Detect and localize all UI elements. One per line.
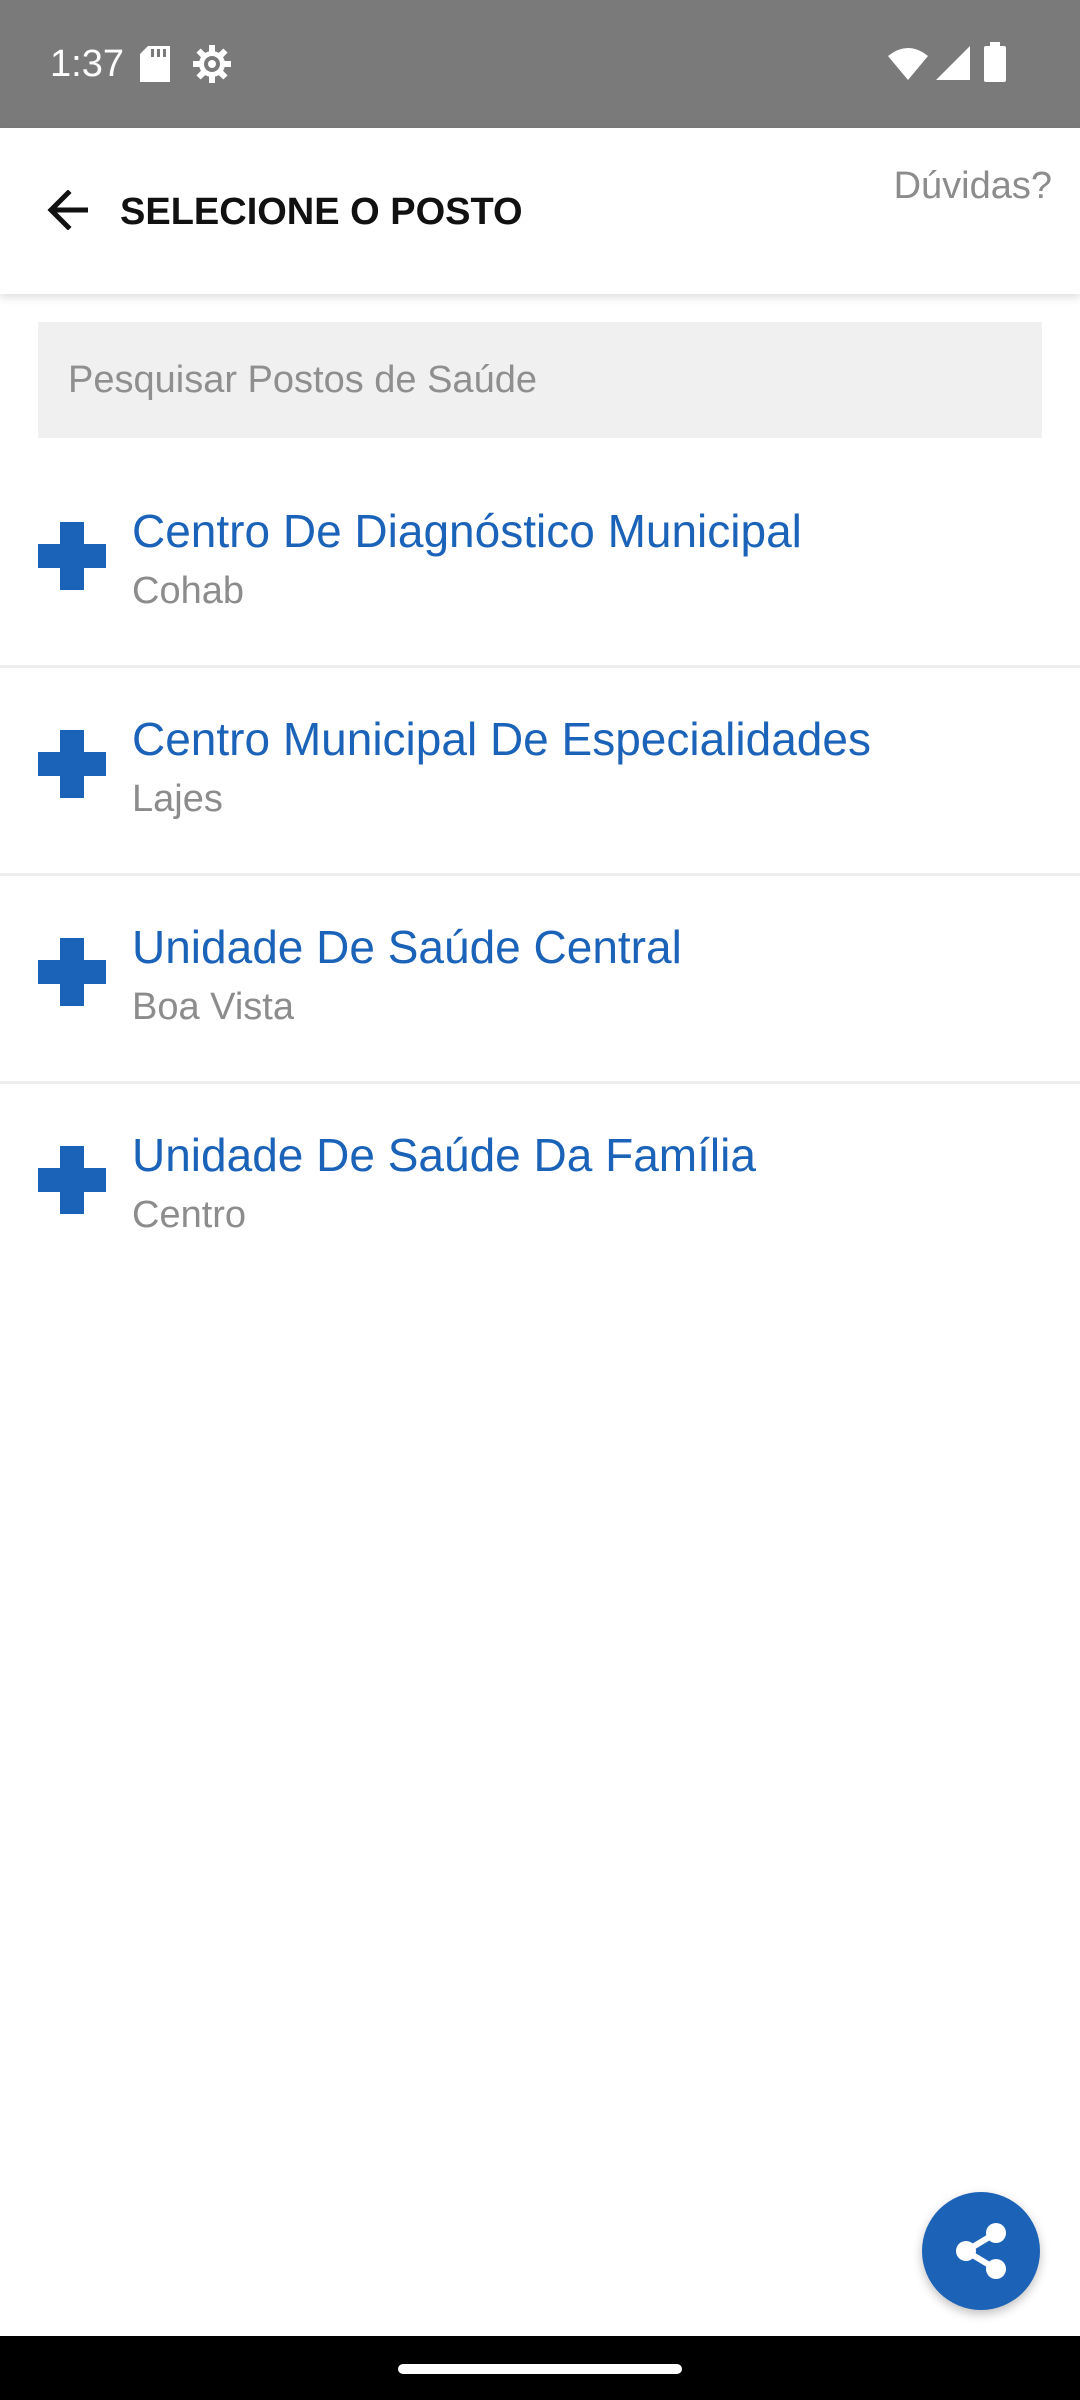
- navigation-bar: [0, 2336, 1080, 2400]
- gear-icon: [192, 44, 232, 89]
- sd-card-icon: [140, 46, 170, 87]
- home-indicator[interactable]: [398, 2364, 682, 2374]
- page-title: SELECIONE O POSTO: [120, 191, 523, 233]
- share-button[interactable]: [922, 2192, 1040, 2310]
- list-item[interactable]: Centro Municipal De Especialidades Lajes: [0, 668, 1080, 876]
- posto-neighborhood: Cohab: [132, 570, 244, 612]
- search-input[interactable]: [66, 357, 1042, 403]
- help-link[interactable]: Dúvidas?: [894, 164, 1052, 208]
- medical-cross-icon: [38, 730, 106, 798]
- posto-name: Unidade De Saúde Central: [132, 921, 682, 973]
- signal-icon: [936, 46, 970, 85]
- medical-cross-icon: [38, 1146, 106, 1214]
- status-bar: 1:37: [0, 0, 1080, 128]
- app-bar: SELECIONE O POSTO Dúvidas?: [0, 128, 1080, 294]
- posto-neighborhood: Boa Vista: [132, 986, 294, 1028]
- wifi-icon: [888, 46, 928, 85]
- back-button[interactable]: [36, 178, 100, 242]
- list-item[interactable]: Unidade De Saúde Da Família Centro: [0, 1084, 1080, 1292]
- arrow-back-icon: [47, 190, 88, 230]
- status-time: 1:37: [50, 43, 124, 85]
- medical-cross-icon: [38, 938, 106, 1006]
- posto-name: Unidade De Saúde Da Família: [132, 1129, 756, 1181]
- search-box: [38, 322, 1042, 438]
- posto-neighborhood: Centro: [132, 1194, 247, 1236]
- list-item[interactable]: Centro De Diagnóstico Municipal Cohab: [0, 460, 1080, 668]
- posto-neighborhood: Lajes: [132, 778, 223, 820]
- list-item[interactable]: Unidade De Saúde Central Boa Vista: [0, 876, 1080, 1084]
- battery-icon: [984, 42, 1006, 87]
- posto-name: Centro De Diagnóstico Municipal: [132, 505, 802, 557]
- posto-name: Centro Municipal De Especialidades: [132, 713, 871, 765]
- posto-list: Centro De Diagnóstico Municipal Cohab Ce…: [0, 460, 1080, 1292]
- share-icon: [956, 2223, 1006, 2279]
- medical-cross-icon: [38, 522, 106, 590]
